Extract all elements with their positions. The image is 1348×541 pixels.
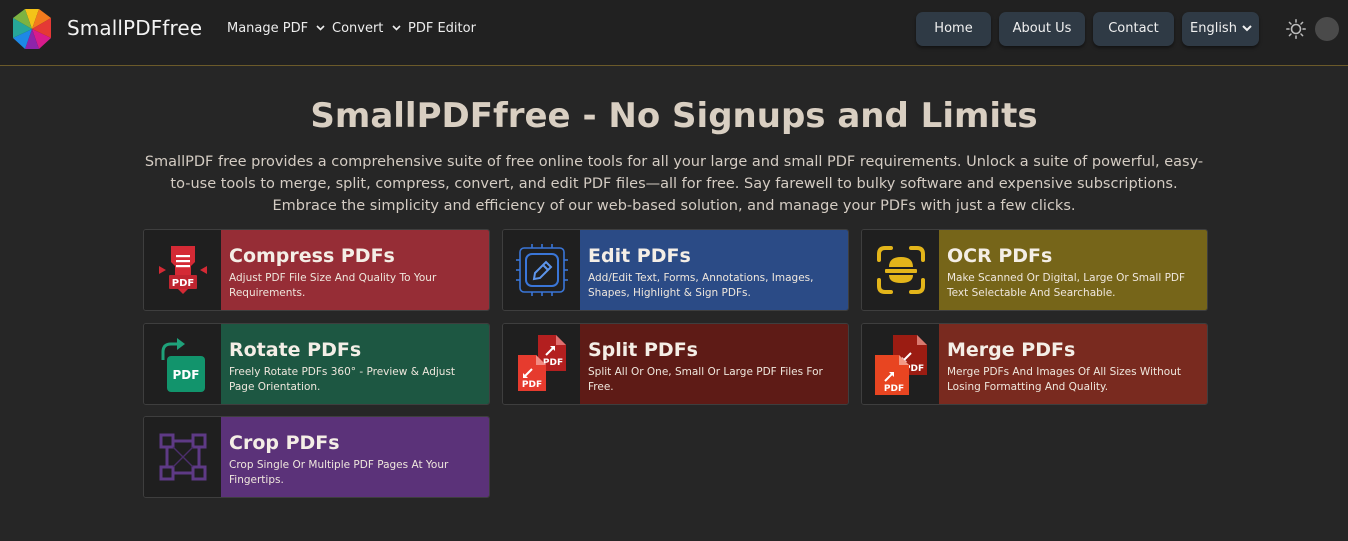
about-us-button[interactable]: About Us	[999, 12, 1085, 46]
edit-icon	[515, 244, 568, 296]
card-text: Make Scanned Or Digital, Large Or Small …	[947, 272, 1186, 299]
chevron-down-icon	[1242, 25, 1252, 32]
home-button[interactable]: Home	[916, 12, 991, 46]
language-select-value: English	[1190, 21, 1237, 36]
card-icon-area: PDF PDF	[862, 324, 939, 404]
nav-pdf-editor[interactable]: PDF Editor	[408, 21, 476, 36]
card-icon-area	[144, 417, 221, 497]
chevron-down-icon	[391, 25, 401, 31]
nav-convert[interactable]: Convert	[332, 21, 401, 36]
ocr-icon	[876, 246, 925, 294]
logo-icon[interactable]	[10, 8, 54, 50]
card-body: Edit PDFs Add/Edit Text, Forms, Annotati…	[580, 230, 848, 310]
pdf-label: PDF	[172, 368, 199, 382]
nav-manage-pdf[interactable]: Manage PDF	[227, 21, 325, 36]
card-title: OCR PDFs	[947, 245, 1053, 267]
card-body: Compress PDFs Adjust PDF File Size And Q…	[221, 230, 489, 310]
card-icon-area	[503, 230, 580, 310]
card-body: Rotate PDFs Freely Rotate PDFs 360° - Pr…	[221, 324, 489, 404]
card-title: Split PDFs	[588, 339, 698, 361]
nav-manage-pdf-label: Manage PDF	[227, 21, 309, 36]
card-text: Adjust PDF File Size And Quality To Your…	[229, 272, 437, 299]
tool-card-edit[interactable]: Edit PDFs Add/Edit Text, Forms, Annotati…	[502, 229, 849, 311]
tool-card-crop[interactable]: Crop PDFs Crop Single Or Multiple PDF Pa…	[143, 416, 490, 498]
card-text: Add/Edit Text, Forms, Annotations, Image…	[588, 272, 814, 299]
sun-icon[interactable]	[1286, 19, 1306, 39]
card-title: Crop PDFs	[229, 432, 340, 454]
pdf-label: PDF	[521, 380, 541, 390]
split-icon: PDF PDF	[517, 335, 566, 391]
tool-card-ocr[interactable]: OCR PDFs Make Scanned Or Digital, Large …	[861, 229, 1208, 311]
card-text: Freely Rotate PDFs 360° - Preview & Adju…	[229, 366, 456, 393]
card-body: OCR PDFs Make Scanned Or Digital, Large …	[939, 230, 1207, 310]
nav-pdf-editor-label: PDF Editor	[408, 21, 476, 36]
tool-card-merge[interactable]: PDF PDF Merge PDFs Merge PDFs And Images…	[861, 323, 1208, 405]
crop-icon	[159, 433, 206, 481]
language-select[interactable]: English	[1182, 12, 1259, 46]
tool-card-rotate[interactable]: PDF Rotate PDFs Freely Rotate PDFs 360° …	[143, 323, 490, 405]
card-title: Merge PDFs	[947, 339, 1076, 361]
card-icon-area	[862, 230, 939, 310]
card-body: Split PDFs Split All Or One, Small Or La…	[580, 324, 848, 404]
nav-convert-label: Convert	[332, 21, 384, 36]
compress-icon: PDF	[158, 246, 207, 294]
card-icon-area: PDF PDF	[503, 324, 580, 404]
card-body: Crop PDFs Crop Single Or Multiple PDF Pa…	[221, 417, 489, 497]
card-icon-area: PDF	[144, 230, 221, 310]
card-title: Rotate PDFs	[229, 339, 362, 361]
page-description: SmallPDF free provides a comprehensive s…	[144, 154, 1204, 214]
card-title: Edit PDFs	[588, 245, 691, 267]
card-text: Split All Or One, Small Or Large PDF Fil…	[588, 366, 823, 393]
pdf-label: PDF	[883, 384, 903, 394]
brand-name[interactable]: SmallPDFfree	[67, 16, 202, 40]
tool-card-compress[interactable]: PDF Compress PDFs Adjust PDF File Size A…	[143, 229, 490, 311]
page-title: SmallPDFfree - No Signups and Limits	[310, 96, 1038, 136]
card-text: Crop Single Or Multiple PDF Pages At You…	[229, 459, 449, 486]
rotate-icon: PDF	[161, 338, 205, 392]
card-icon-area: PDF	[144, 324, 221, 404]
card-body: Merge PDFs Merge PDFs And Images Of All …	[939, 324, 1207, 404]
merge-icon: PDF PDF	[874, 335, 927, 395]
card-title: Compress PDFs	[229, 245, 395, 267]
contact-button[interactable]: Contact	[1093, 12, 1174, 46]
card-text: Merge PDFs And Images Of All Sizes Witho…	[947, 366, 1181, 393]
chevron-down-icon	[316, 25, 325, 31]
theme-toggle[interactable]	[1315, 17, 1339, 41]
pdf-label: PDF	[171, 278, 193, 289]
top-navbar: SmallPDFfree Manage PDF Convert PDF Edit…	[0, 0, 1348, 66]
tool-card-split[interactable]: PDF PDF Split PDFs Split All Or One, Sma…	[502, 323, 849, 405]
